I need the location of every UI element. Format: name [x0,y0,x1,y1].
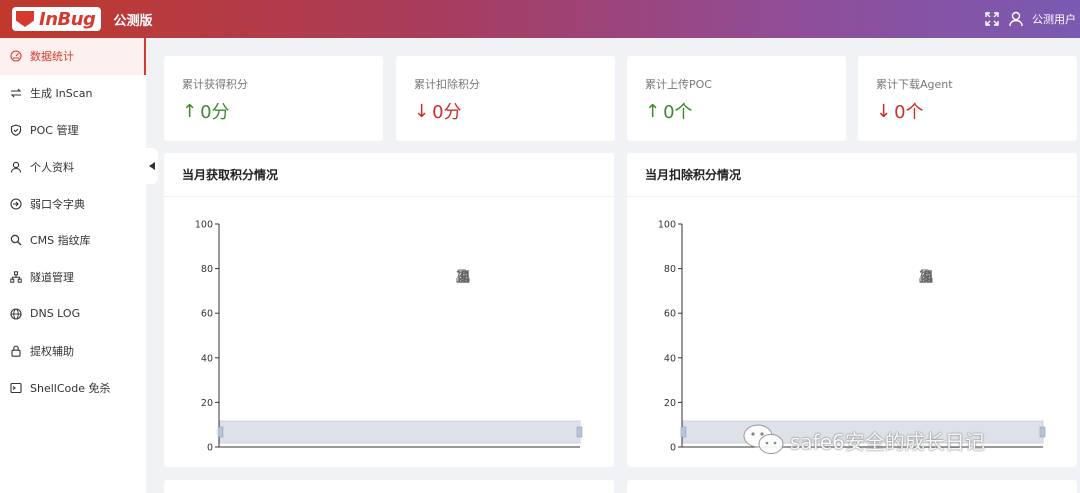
sidebar-item-label: POC 管理 [30,123,79,137]
globe-icon [10,308,22,320]
y-tick-label: 60 [664,309,676,320]
user-icon[interactable] [1008,11,1024,27]
arrow-up-icon: ↑ [645,100,661,122]
stat-value: 0分 [200,102,230,123]
line-switch-icon[interactable] [456,269,470,283]
user-icon [10,161,22,173]
y-tick-label: 100 [195,220,213,231]
sidebar-item-label: CMS 指纹库 [30,234,91,248]
arrow-down-icon: ↓ [876,100,892,122]
sidebar: 数据统计生成 InScan POC 管理 个人资料弱口令字典 CMS 指纹库 隧道管理 D… [0,38,146,493]
y-tick-label: 20 [664,398,676,409]
sidebar-item[interactable]: 生成 InScan [0,75,146,112]
sidebar-item-label: 生成 InScan [30,87,93,101]
sidebar-item-label: 数据统计 [30,50,74,64]
y-tick-label: 60 [201,309,213,320]
fullscreen-icon[interactable] [984,11,1000,27]
datazoom-handle-right[interactable] [1039,426,1046,438]
monthly-earned-points-panel: 当月获取积分情况 100 80 60 40 20 0 [164,153,614,467]
y-tick-label: 0 [670,443,676,454]
stat-value-row: ↓ 0个 [876,98,1077,124]
y-tick-label: 80 [201,264,213,275]
logo[interactable]: InBug [12,7,102,31]
sidebar-item-label: ShellCode 免杀 [30,381,111,395]
stat-label: 累计下载Agent [876,78,953,91]
header-actions: 公测用户 [984,0,1076,38]
sidebar-item-label: DNS LOG [30,307,81,321]
watermark-text: safe6安全的成长日记 [790,429,985,454]
datazoom-handle-left[interactable] [217,426,224,438]
stat-value-row: ↑ 0分 [182,98,383,124]
swap-icon [10,87,22,99]
sidebar-item[interactable]: ShellCode 免杀 [0,369,146,406]
y-tick-label: 40 [201,353,213,364]
arrow-down-icon: ↓ [414,100,430,122]
dashboard-icon [10,50,22,62]
logo-text: InBug [39,8,96,30]
datazoom-handle-right[interactable] [576,426,583,438]
login-icon [10,198,22,210]
stat-label: 累计上传POC [645,78,712,91]
datazoom-slider[interactable] [219,420,581,444]
stat-card: 累计获得积分 ↑ 0分 [164,56,383,141]
y-tick-label: 20 [201,398,213,409]
y-tick-label: 100 [658,220,676,231]
bug-logo-icon [16,11,34,27]
sidebar-item-label: 隧道管理 [30,271,74,285]
monthly-deducted-points-panel: 当月扣除积分情况 100 80 60 40 20 0 [627,153,1077,467]
earned-points-chart: 100 80 60 40 20 0 [195,220,583,454]
sidebar-item-label: 提权辅助 [30,344,74,358]
datazoom-handle-left[interactable] [680,426,687,438]
stat-card: 累计下载Agent ↓ 0个 [858,56,1077,141]
y-tick-label: 80 [664,264,676,275]
y-tick-label: 40 [664,353,676,364]
sidebar-item[interactable]: 个人资料 [0,148,146,185]
terminal-icon [10,382,22,394]
sidebar-item[interactable]: 提权辅助 [0,332,146,369]
sidebar-item[interactable]: 弱口令字典 [0,185,146,222]
line-switch-icon[interactable] [919,269,933,283]
tree-icon [10,271,22,283]
shield-icon [10,124,22,136]
stat-card: 累计扣除积分 ↓ 0分 [396,56,615,141]
user-name[interactable]: 公测用户 [1032,11,1076,27]
sidebar-item[interactable]: POC 管理 [0,112,146,149]
sidebar-item-label: 弱口令字典 [30,197,85,211]
top-header: InBug 公测版 公测用户 [0,0,1080,38]
stat-value: 0个 [663,102,693,123]
sidebar-item[interactable]: 数据统计 [0,38,146,75]
search-icon [10,234,22,246]
watermark: safe6安全的成长日记 [742,422,985,458]
sidebar-item[interactable]: DNS LOG [0,296,146,333]
lower-panel-right [627,480,1077,493]
lower-panel-left [164,480,614,493]
lock-icon [10,345,22,357]
caret-left-icon [149,162,155,170]
panel-title: 当月获取积分情况 [164,153,614,197]
panel-title: 当月扣除积分情况 [627,153,1077,197]
stat-value-row: ↑ 0个 [645,98,846,124]
y-tick-label: 0 [207,443,213,454]
sidebar-collapse-button[interactable] [146,148,158,184]
edition-label: 公测版 [113,13,153,29]
wechat-icon [743,424,784,454]
sidebar-item-label: 个人资料 [30,160,74,174]
arrow-up-icon: ↑ [182,100,198,122]
stat-label: 累计扣除积分 [414,78,480,91]
stat-value-row: ↓ 0分 [414,98,615,124]
stat-value: 0个 [894,102,924,123]
stat-value: 0分 [432,102,462,123]
sidebar-item[interactable]: CMS 指纹库 [0,222,146,259]
sidebar-item[interactable]: 隧道管理 [0,259,146,296]
stat-card: 累计上传POC ↑ 0个 [627,56,846,141]
stat-label: 累计获得积分 [182,78,248,91]
